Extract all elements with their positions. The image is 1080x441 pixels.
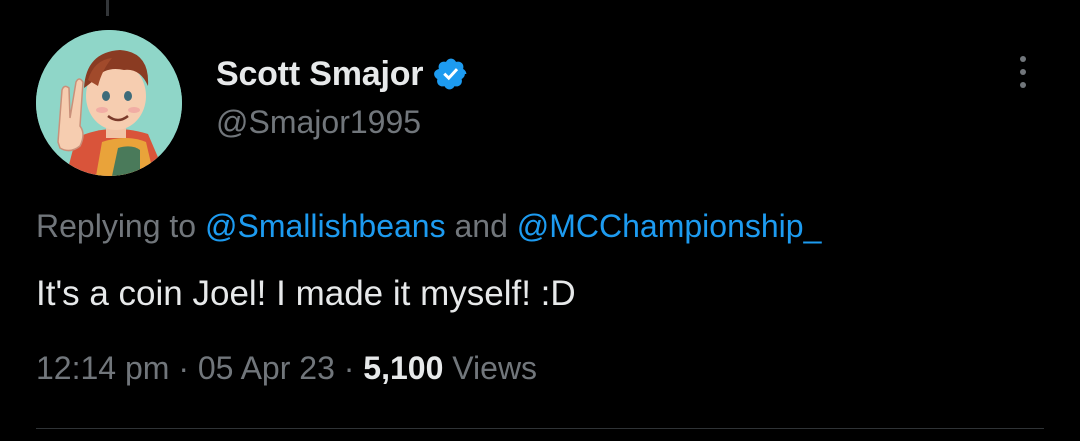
- more-dot: [1020, 56, 1026, 62]
- tweet-time[interactable]: 12:14 pm: [36, 350, 169, 386]
- more-dot: [1020, 82, 1026, 88]
- replying-to-line: Replying to @Smallishbeans and @MCChampi…: [36, 208, 821, 245]
- more-options-icon[interactable]: [1006, 52, 1040, 92]
- tweet-meta: 12:14 pm · 05 Apr 23 · 5,100 Views: [36, 350, 537, 387]
- avatar[interactable]: [36, 30, 182, 176]
- replying-conjunction: and: [445, 208, 517, 244]
- replying-prefix: Replying to: [36, 208, 205, 244]
- author-display-name[interactable]: Scott Smajor: [216, 55, 424, 94]
- mention-smallishbeans[interactable]: @Smallishbeans: [205, 208, 446, 244]
- mention-mcchampionship[interactable]: @MCChampionship_: [517, 208, 822, 244]
- views-label: Views: [443, 350, 538, 386]
- author-handle[interactable]: @Smajor1995: [216, 104, 421, 141]
- views-count: 5,100: [363, 350, 444, 386]
- meta-separator: ·: [334, 350, 364, 386]
- verified-badge-icon[interactable]: [433, 56, 469, 92]
- tweet-text: It's a coin Joel! I made it myself! :D: [36, 274, 576, 313]
- author-name-row: Scott Smajor: [216, 52, 469, 96]
- divider: [36, 428, 1044, 429]
- more-dot: [1020, 69, 1026, 75]
- meta-separator: ·: [169, 350, 198, 386]
- thread-connector-line: [106, 0, 109, 16]
- tweet-date[interactable]: 05 Apr 23: [198, 350, 335, 386]
